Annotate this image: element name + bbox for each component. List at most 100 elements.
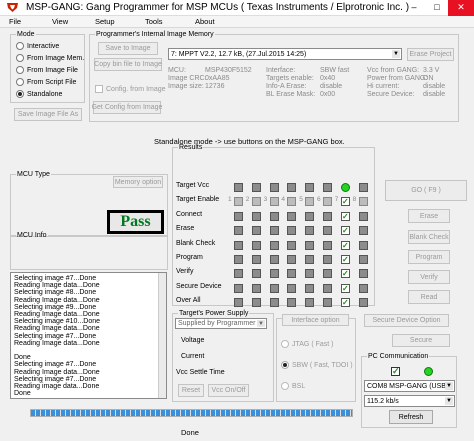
interface-option-button[interactable]: Interface option: [282, 314, 349, 326]
chevron-down-icon: ▼: [392, 50, 400, 58]
result-cell: [287, 211, 297, 221]
power-source-select[interactable]: Supplied by Programmer ▼: [175, 318, 267, 329]
result-check-icon: ✓: [340, 226, 350, 236]
target-enable-checkbox[interactable]: [305, 197, 315, 207]
target-enable-checkbox[interactable]: [269, 197, 279, 207]
result-row-label: Target Enable: [176, 196, 220, 204]
target-enable-checkbox[interactable]: [358, 197, 368, 207]
result-cell: [287, 183, 297, 192]
power-supply-legend: Target's Power Supply: [179, 310, 249, 317]
result-row-label: Program: [176, 254, 203, 261]
target-vcc-led: [340, 183, 350, 192]
menu-tools[interactable]: Tools: [145, 17, 163, 26]
result-cell: [234, 211, 243, 221]
erase-button[interactable]: Erase: [408, 209, 450, 223]
mode-standalone-radio[interactable]: Standalone: [16, 90, 62, 98]
interface-label: Interface:: [266, 67, 296, 74]
image-select-value: 7: MPPT V2.2, 12.7 kB, (27.Jul.2015 14:2…: [171, 50, 307, 58]
crc-label: Image CRC:: [168, 75, 207, 82]
result-cell: [305, 183, 315, 192]
memory-option-button[interactable]: Memory option: [113, 176, 163, 188]
target-number: 6: [317, 196, 321, 204]
result-cell: [358, 240, 368, 250]
baud-rate-select[interactable]: 115.2 kb/s ▼: [364, 395, 455, 407]
secure-device-option-button[interactable]: Secure Device Option: [364, 314, 449, 327]
result-cell: [305, 269, 315, 279]
erase-project-button[interactable]: Erase Project: [407, 48, 454, 61]
log-scrollbar[interactable]: [158, 273, 166, 398]
radio-dot: [16, 78, 24, 86]
targets-label: Targets enable:: [266, 75, 314, 82]
copy-bin-button[interactable]: Copy bin file to Image: [94, 58, 162, 71]
get-config-button[interactable]: Get Config from Image: [92, 101, 162, 114]
result-check-icon: ✓: [340, 255, 350, 264]
target-enable-checkbox[interactable]: ✓: [340, 197, 350, 207]
result-cell: [251, 298, 261, 308]
radio-dot: [16, 42, 24, 50]
menu-about[interactable]: About: [195, 17, 215, 26]
mode-interactive-radio[interactable]: Interactive: [16, 42, 59, 50]
size-value: 12736: [205, 83, 225, 90]
maximize-button[interactable]: □: [426, 0, 448, 16]
config-from-image-label: Config. from Image: [106, 85, 166, 93]
read-button[interactable]: Read: [408, 290, 450, 304]
config-from-image-checkbox[interactable]: Config. from Image: [95, 85, 166, 93]
connection-led: [424, 367, 433, 376]
results-legend: Results: [179, 144, 203, 151]
result-cell: [251, 183, 261, 192]
minimize-button[interactable]: –: [402, 0, 426, 16]
mode-image-mem-radio[interactable]: From Image Mem.: [16, 54, 84, 62]
vcc-toggle-button[interactable]: Vcc On/Off: [208, 384, 249, 397]
go-button[interactable]: GO ( F9 ): [385, 180, 467, 201]
save-image-file-button[interactable]: Save Image File As: [14, 108, 82, 121]
target-enable-checkbox[interactable]: [323, 197, 332, 207]
blerase-value: 0x00: [320, 91, 336, 98]
result-cell: [269, 211, 279, 221]
image-select[interactable]: 7: MPPT V2.2, 12.7 kB, (27.Jul.2015 14:2…: [168, 48, 402, 60]
secure-device-label: Secure Device:: [367, 91, 415, 98]
target-enable-checkbox[interactable]: [251, 197, 261, 207]
checkbox-checked[interactable]: ✓: [391, 367, 400, 376]
menu-view[interactable]: View: [52, 17, 68, 26]
mode-image-file-radio[interactable]: From Image File: [16, 66, 78, 74]
log-line: Reading Image data...Done: [14, 282, 100, 290]
image-memory-legend: Programmer's Internal Image Memory: [96, 31, 214, 38]
com-port-select[interactable]: COM8 MSP-GANG (USB) ▼: [364, 380, 455, 392]
reset-button[interactable]: Reset: [178, 384, 204, 397]
mode-interactive-label: Interactive: [27, 42, 60, 50]
log-line: Selecting image #7...Done: [14, 275, 97, 282]
refresh-button[interactable]: Refresh: [389, 410, 433, 424]
program-button[interactable]: Program: [408, 250, 450, 264]
blank-check-button[interactable]: Blank Check: [408, 230, 450, 244]
mode-standalone-label: Standalone: [27, 90, 63, 98]
log-output[interactable]: Selecting image #7...Done Reading Image …: [10, 272, 167, 399]
result-cell: [305, 226, 315, 236]
chevron-down-icon: ▼: [445, 397, 453, 405]
result-cell: [251, 269, 261, 279]
menu-file[interactable]: File: [9, 17, 21, 26]
mcu-info-group: MCU Info: [10, 232, 168, 270]
menu-setup[interactable]: Setup: [95, 17, 115, 26]
target-number: 3: [263, 196, 268, 204]
result-cell: [323, 283, 332, 293]
interface-bsl-radio[interactable]: BSL: [281, 382, 305, 390]
interface-sbw-radio[interactable]: SBW ( Fast, TDOI ): [281, 361, 353, 369]
interface-jtag-radio[interactable]: JTAG ( Fast ): [281, 340, 333, 348]
secure-button[interactable]: Secure: [392, 334, 450, 347]
mode-legend: Mode: [17, 31, 35, 38]
result-cell: [251, 255, 261, 264]
pc-communication-legend: PC Communication: [368, 353, 429, 360]
target-enable-checkbox[interactable]: [287, 197, 297, 207]
result-cell: [305, 283, 315, 293]
save-to-image-button[interactable]: Save to Image: [98, 42, 158, 55]
target-number: 1: [228, 196, 232, 204]
verify-button[interactable]: Verify: [408, 270, 450, 284]
target-enable-checkbox[interactable]: [234, 197, 243, 207]
log-line: Selecting image #7...Done: [14, 361, 97, 369]
close-button[interactable]: ✕: [448, 0, 474, 16]
mode-script-file-radio[interactable]: From Script File: [16, 78, 76, 86]
radio-dot-selected: [281, 361, 289, 369]
result-check-icon: ✓: [340, 283, 350, 293]
log-line: Selecting image #8...Done: [14, 289, 97, 297]
